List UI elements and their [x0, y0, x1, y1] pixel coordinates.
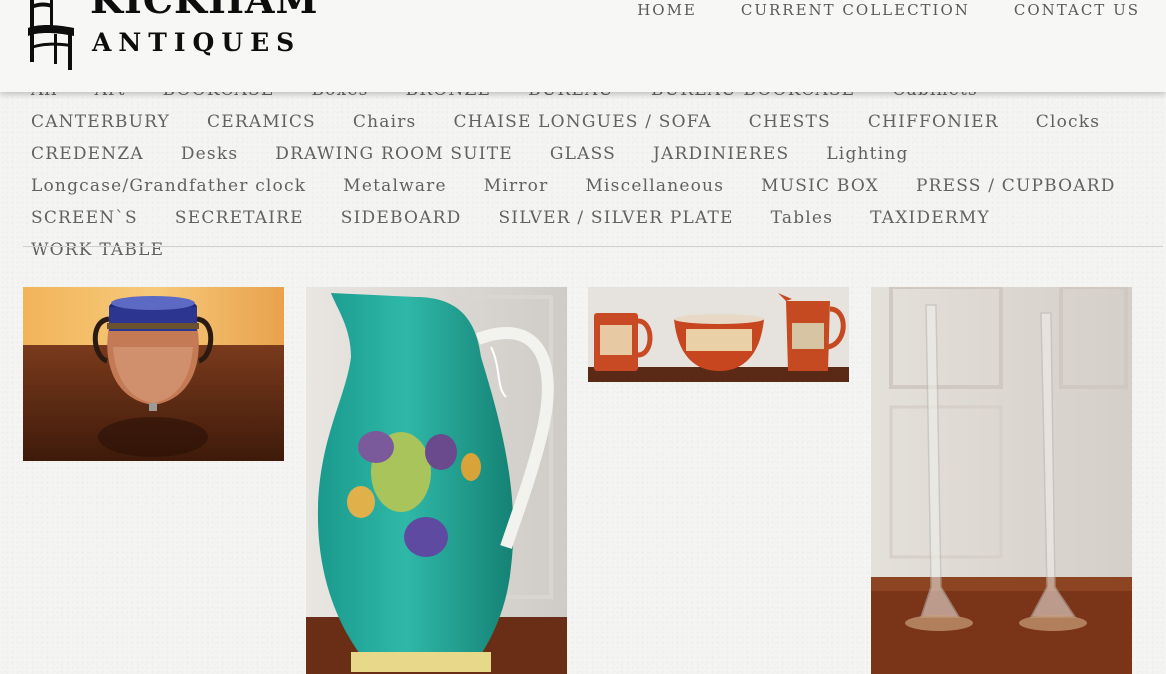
category-link[interactable]: CERAMICS [207, 106, 316, 138]
brand-name-line1: KICKHAM [90, 0, 319, 22]
category-link[interactable]: CHESTS [749, 106, 831, 138]
glass-vases-image [871, 287, 1132, 674]
category-filter-nav: All Art BOOKCASE Boxes BRONZE BUREAU BUR… [31, 74, 1151, 266]
category-link[interactable]: MUSIC BOX [761, 170, 879, 202]
brand-name-line2: ANTIQUES [92, 28, 302, 57]
category-link[interactable]: SECRETAIRE [175, 202, 304, 234]
category-link[interactable]: CHIFFONIER [868, 106, 999, 138]
category-link[interactable]: Metalware [343, 170, 447, 202]
nav-link-home[interactable]: HOME [637, 1, 697, 19]
category-link[interactable]: Chairs [353, 106, 417, 138]
category-link[interactable]: Tables [771, 202, 833, 234]
gallery-item-ceramic-pot[interactable] [23, 287, 284, 461]
category-link[interactable]: JARDINIERES [653, 138, 789, 170]
main-nav: HOME CURRENT COLLECTION CONTACT US [637, 1, 1140, 19]
site-logo[interactable]: KICKHAM ANTIQUES [24, 0, 318, 74]
mugs-and-bowl-image [588, 287, 849, 382]
category-link[interactable]: DRAWING ROOM SUITE [275, 138, 513, 170]
category-link[interactable]: WORK TABLE [31, 234, 164, 266]
category-link[interactable]: SIDEBOARD [341, 202, 462, 234]
category-link[interactable]: Mirror [484, 170, 549, 202]
nav-link-current-collection[interactable]: CURRENT COLLECTION [741, 1, 970, 19]
section-divider [23, 246, 1163, 247]
category-link[interactable]: TAXIDERMY [870, 202, 990, 234]
category-link[interactable]: SILVER / SILVER PLATE [498, 202, 733, 234]
category-link[interactable]: CANTERBURY [31, 106, 170, 138]
category-link[interactable]: PRESS / CUPBOARD [916, 170, 1116, 202]
gallery-item-glass-vases[interactable] [871, 287, 1132, 674]
ceramic-pot-image [23, 287, 284, 461]
category-link[interactable]: Longcase/Grandfather clock [31, 170, 306, 202]
category-link[interactable]: Lighting [826, 138, 908, 170]
site-header: KICKHAM ANTIQUES HOME CURRENT COLLECTION… [0, 0, 1166, 92]
category-link[interactable]: CHAISE LONGUES / SOFA [454, 106, 712, 138]
nav-link-contact-us[interactable]: CONTACT US [1014, 1, 1140, 19]
gallery-item-turquoise-jug[interactable] [306, 287, 567, 674]
category-link[interactable]: CREDENZA [31, 138, 144, 170]
category-link[interactable]: GLASS [550, 138, 616, 170]
category-link[interactable]: SCREEN`S [31, 202, 138, 234]
turquoise-jug-image [306, 287, 567, 674]
category-link[interactable]: Miscellaneous [585, 170, 724, 202]
gallery-item-mugs-and-bowl[interactable] [588, 287, 849, 382]
chair-logo-icon [28, 0, 74, 70]
category-link[interactable]: Clocks [1036, 106, 1100, 138]
category-link[interactable]: Desks [181, 138, 238, 170]
